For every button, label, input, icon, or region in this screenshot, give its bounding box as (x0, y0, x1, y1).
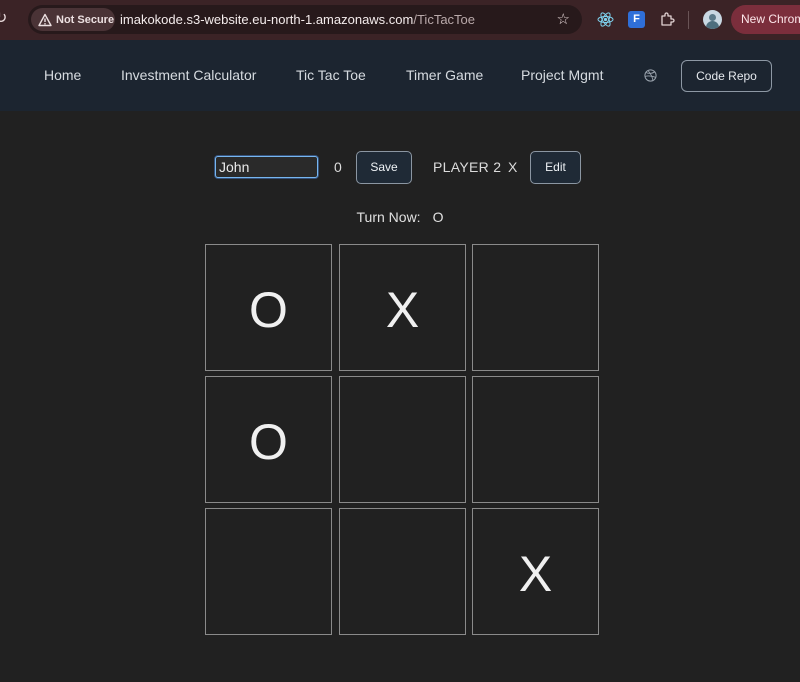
board-cell[interactable] (205, 508, 332, 635)
board-cell[interactable]: X (339, 244, 466, 371)
player2-name: PLAYER 2 (433, 159, 502, 175)
profile-avatar[interactable] (703, 10, 722, 29)
url-host: imakokode.s3-website.eu-north-1.amazonaw… (120, 12, 414, 27)
board-cell[interactable] (472, 376, 599, 503)
turn-indicator: Turn Now: O (0, 209, 800, 225)
board-cell[interactable] (339, 508, 466, 635)
toolbar-divider (688, 11, 689, 29)
save-button[interactable]: Save (356, 151, 412, 184)
warning-triangle-icon (38, 13, 52, 26)
board-cell[interactable] (339, 376, 466, 503)
player1-name-input[interactable] (215, 156, 318, 178)
nav-tic-tac-toe[interactable]: Tic Tac Toe (296, 67, 366, 83)
security-chip[interactable]: Not Secure (31, 8, 115, 31)
extensions-puzzle-icon[interactable] (659, 11, 676, 28)
edit-button[interactable]: Edit (530, 151, 581, 184)
dribbble-icon[interactable] (644, 69, 657, 82)
nav-timer-game[interactable]: Timer Game (406, 67, 483, 83)
player1-symbol: 0 (334, 159, 342, 175)
nav-project-mgmt[interactable]: Project Mgmt (521, 67, 603, 83)
player2-symbol: X (508, 159, 518, 175)
players-panel: 0 Save PLAYER 2 X Edit (0, 151, 800, 184)
turn-label: Turn Now: (356, 209, 421, 225)
browser-toolbar: ↻ Not Secure imakokode.s3-website.eu-nor… (0, 0, 800, 40)
url-path: /TicTacToe (413, 12, 476, 27)
react-devtools-icon[interactable] (597, 11, 614, 28)
game-board: O X O X (205, 244, 600, 636)
site-navbar: Home Investment Calculator Tic Tac Toe T… (0, 40, 800, 111)
turn-value: O (432, 209, 444, 225)
board-cell[interactable]: X (472, 508, 599, 635)
new-chrome-button[interactable]: New Chrom (731, 5, 800, 34)
bookmark-star-icon[interactable]: ☆ (557, 10, 570, 28)
extension-f-icon[interactable]: F (628, 11, 645, 28)
security-label: Not Secure (56, 13, 115, 26)
reload-icon[interactable]: ↻ (0, 9, 12, 29)
address-bar[interactable]: Not Secure imakokode.s3-website.eu-north… (28, 5, 582, 34)
nav-investment-calculator[interactable]: Investment Calculator (121, 67, 256, 83)
board-cell[interactable]: O (205, 244, 332, 371)
nav-home[interactable]: Home (44, 67, 81, 83)
url-text[interactable]: imakokode.s3-website.eu-north-1.amazonaw… (120, 12, 475, 27)
board-cell[interactable]: O (205, 376, 332, 503)
code-repo-button[interactable]: Code Repo (681, 60, 772, 92)
board-cell[interactable] (472, 244, 599, 371)
